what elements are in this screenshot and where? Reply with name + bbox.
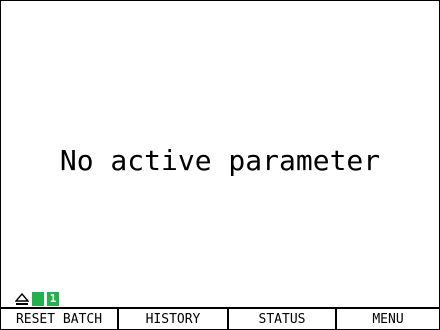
eject-icon: [15, 292, 29, 305]
softkey-bar: RESET BATCH HISTORY STATUS MENU: [0, 308, 440, 330]
no-parameter-message: No active parameter: [59, 144, 381, 177]
menu-button[interactable]: MENU: [336, 308, 440, 329]
signal-block-icon: [32, 292, 44, 306]
reset-batch-button[interactable]: RESET BATCH: [0, 308, 118, 329]
status-indicators: 1: [15, 288, 59, 306]
status-button[interactable]: STATUS: [228, 308, 336, 329]
history-button[interactable]: HISTORY: [118, 308, 228, 329]
device-screen: No active parameter 1 RESET BATCH HISTOR…: [0, 0, 440, 330]
count-badge: 1: [47, 292, 59, 306]
